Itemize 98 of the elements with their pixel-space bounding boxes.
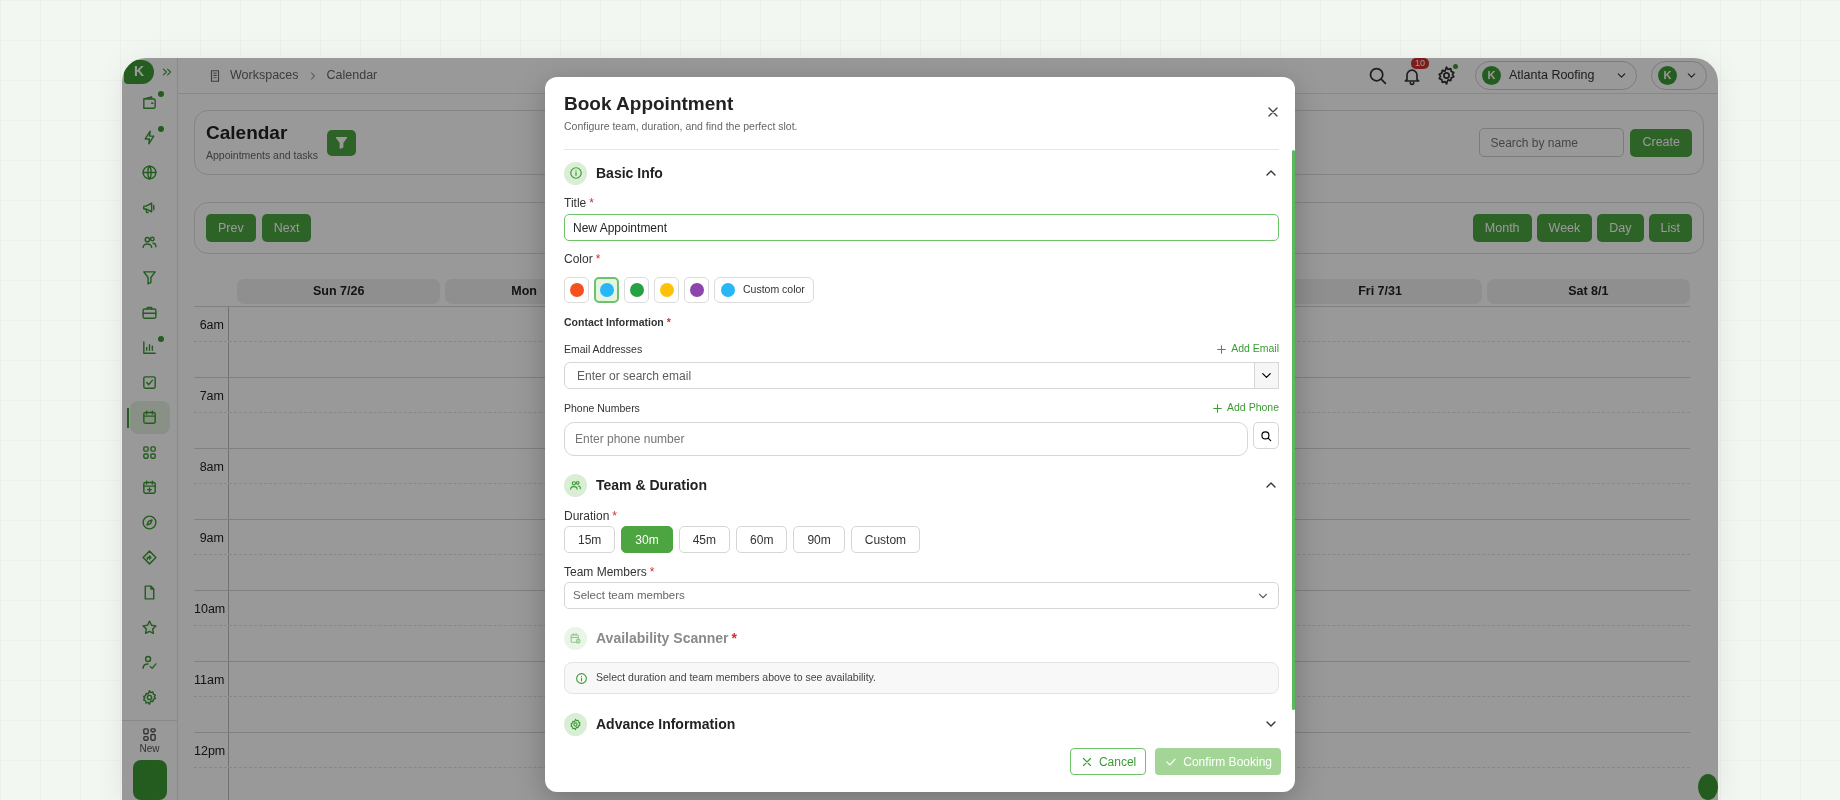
- section-title: Basic Info: [596, 163, 663, 183]
- search-icon: [1259, 428, 1273, 443]
- color-swatch[interactable]: [654, 277, 679, 303]
- duration-option[interactable]: 60m: [736, 526, 788, 553]
- checkbox-icon: [141, 374, 158, 391]
- section-title: Availability Scanner *: [596, 628, 737, 648]
- settings-button[interactable]: [1436, 65, 1457, 86]
- info-glyph-icon: [568, 166, 583, 180]
- search-icon: [1367, 65, 1388, 86]
- color-swatch[interactable]: [624, 277, 649, 303]
- nav-button[interactable]: Next: [261, 214, 312, 242]
- day-header: Fri 7/31: [1358, 283, 1402, 301]
- duration-option[interactable]: 90m: [793, 526, 845, 553]
- floating-button[interactable]: [1698, 774, 1718, 800]
- duration-option[interactable]: 45m: [678, 526, 731, 553]
- section-title: Advance Information: [596, 714, 736, 734]
- time-label: 11am: [194, 673, 225, 688]
- grid-icon: [141, 444, 158, 461]
- profile-menu[interactable]: K: [1651, 61, 1707, 90]
- add-phone-link[interactable]: Add Phone: [1211, 400, 1279, 416]
- search-field[interactable]: Search by name: [1479, 128, 1625, 157]
- filter-button[interactable]: [327, 129, 357, 156]
- time-label: 12pm: [194, 744, 226, 759]
- title-field[interactable]: New Appointment: [564, 214, 1279, 241]
- field-label: Phone Numbers: [564, 401, 640, 416]
- field-label: Duration *: [564, 509, 618, 523]
- time-label: 10am: [194, 602, 226, 617]
- breadcrumb-link[interactable]: Workspaces: [230, 66, 299, 85]
- people-glyph-icon: [569, 478, 582, 492]
- view-button[interactable]: List: [1648, 214, 1692, 242]
- email-field[interactable]: Enter or search email: [564, 362, 1255, 389]
- scrollbar-thumb[interactable]: [1292, 150, 1295, 710]
- plus-icon: [1215, 342, 1229, 356]
- dropdown-toggle[interactable]: [1254, 362, 1279, 389]
- funnel-icon: [334, 135, 350, 150]
- phone-field[interactable]: Enter phone number: [564, 422, 1248, 456]
- diamond-arrow-icon: [141, 549, 158, 566]
- star-icon: [141, 619, 158, 636]
- field-label: Email Addresses: [564, 342, 643, 357]
- settings-icon: [141, 689, 158, 706]
- create-button[interactable]: Create: [1630, 128, 1692, 157]
- duration-option[interactable]: Custom: [850, 526, 921, 553]
- view-button[interactable]: Day: [1597, 214, 1644, 242]
- globe-icon: [141, 164, 158, 181]
- add-email-link[interactable]: Add Email: [1215, 341, 1279, 357]
- page-subtitle: Appointments and tasks: [206, 147, 319, 163]
- search-button[interactable]: [1253, 422, 1279, 449]
- color-swatch[interactable]: [564, 277, 589, 303]
- people-icon: [141, 234, 158, 251]
- day-header: Mon: [511, 283, 537, 301]
- calendar-plus-icon: [141, 479, 158, 496]
- notification-count: 10: [1411, 58, 1429, 69]
- duration-option[interactable]: 30m: [621, 526, 673, 553]
- time-label: 7am: [199, 389, 224, 404]
- nav-button[interactable]: Prev: [206, 214, 256, 242]
- note-text: Select duration and team members above to see availability.: [596, 670, 876, 686]
- field-label: Contact Information *: [564, 316, 671, 328]
- field-label: Team Members *: [564, 565, 655, 579]
- page-title: Calendar: [206, 121, 289, 144]
- info-icon: [575, 671, 588, 685]
- calendar-icon: [141, 409, 158, 426]
- new-button[interactable]: New: [139, 726, 160, 755]
- funnel-icon: [141, 269, 158, 286]
- search-button[interactable]: [1367, 65, 1388, 86]
- dialog-subtitle: Configure team, duration, and find the perfect slot.: [564, 119, 799, 133]
- team-members-select[interactable]: Select team members: [564, 582, 1279, 609]
- time-label: 8am: [199, 460, 224, 475]
- workspace-switcher[interactable]: K Atlanta Roofing: [1475, 61, 1637, 90]
- briefcase-icon: [141, 304, 158, 321]
- day-header: Sun 7/26: [312, 283, 365, 301]
- dialog-title: Book Appointment: [564, 93, 734, 115]
- settings-icon: [1436, 65, 1457, 86]
- cancel-button[interactable]: Cancel: [1069, 748, 1147, 775]
- gear-glyph-icon: [569, 717, 582, 731]
- action-button[interactable]: [132, 760, 167, 800]
- bar-chart-icon: [141, 339, 158, 356]
- time-label: 6am: [199, 318, 224, 333]
- view-button[interactable]: Month: [1472, 214, 1532, 242]
- day-header: Sat 8/1: [1568, 283, 1609, 301]
- time-label: 9am: [199, 531, 224, 546]
- color-swatch[interactable]: [594, 277, 619, 303]
- plus-icon: [1211, 401, 1225, 415]
- view-button[interactable]: Week: [1536, 214, 1593, 242]
- custom-color-button[interactable]: Custom color: [714, 277, 814, 303]
- building-icon: [208, 68, 222, 83]
- calendar-clock-icon: [569, 631, 582, 645]
- grid-icon: [141, 726, 158, 743]
- duration-option[interactable]: 15m: [564, 526, 616, 553]
- user-check-icon: [141, 654, 158, 671]
- section-title: Team & Duration: [596, 475, 707, 495]
- wallet-icon: [141, 94, 158, 111]
- field-label: Title *: [564, 196, 594, 210]
- breadcrumb-link[interactable]: Calendar: [326, 66, 378, 85]
- field-label: Color *: [564, 252, 601, 266]
- sidebar-item[interactable]: [129, 401, 170, 434]
- compass-icon: [141, 514, 158, 531]
- logo[interactable]: K: [124, 59, 154, 84]
- color-swatch[interactable]: [684, 277, 709, 303]
